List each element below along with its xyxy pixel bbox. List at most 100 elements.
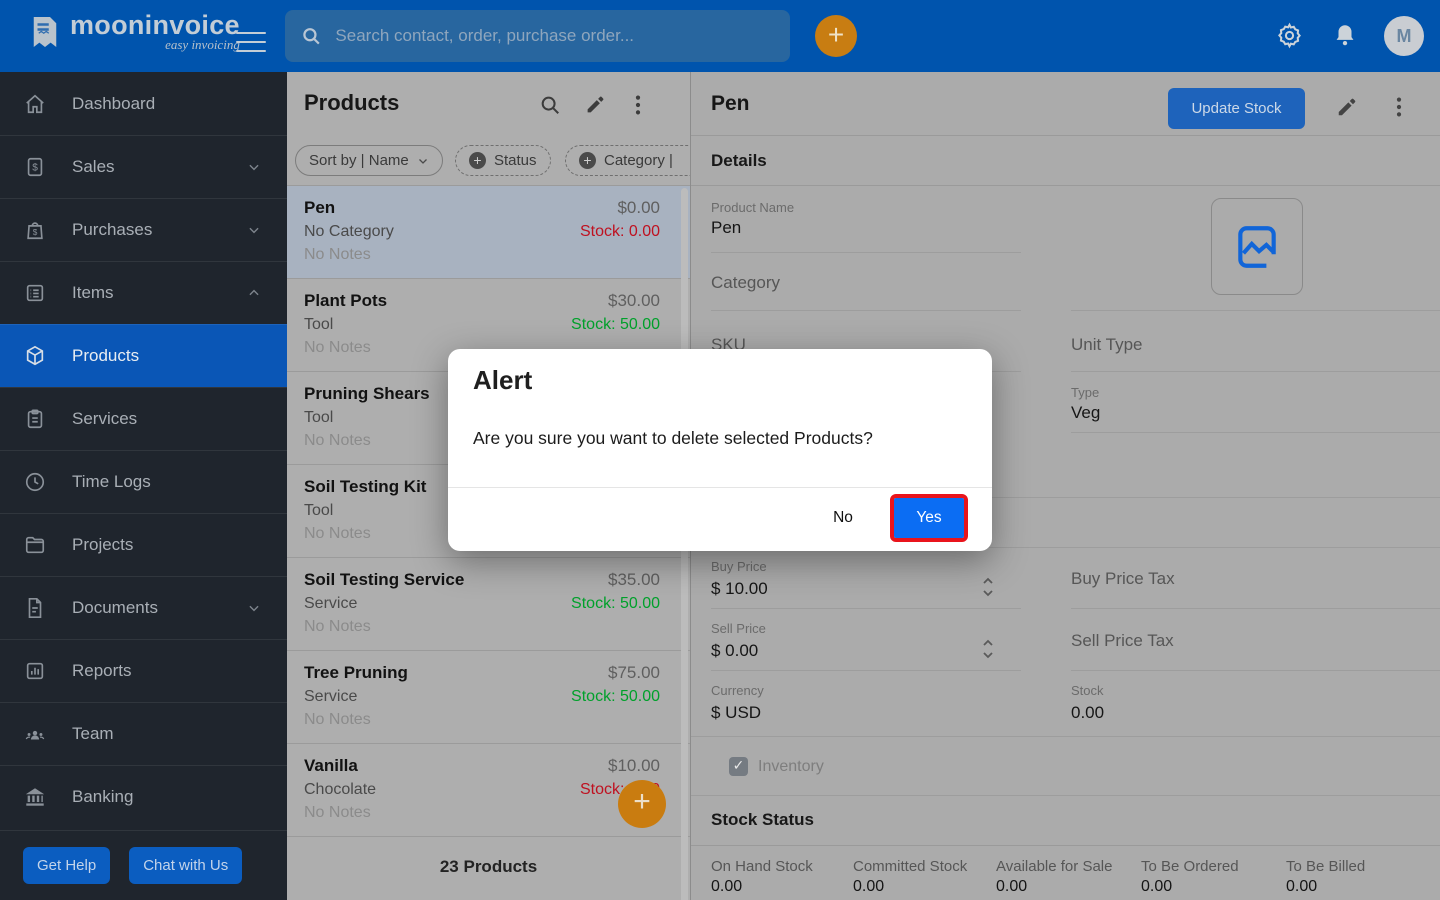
product-stock: Stock: 50.00 <box>571 316 660 333</box>
document-icon <box>24 597 46 619</box>
global-search[interactable] <box>285 10 790 62</box>
alert-divider <box>448 487 992 488</box>
sell-price-value[interactable]: $ 0.00 <box>711 641 758 661</box>
sidebar-item-sales[interactable]: $ Sales <box>0 135 287 198</box>
sell-price-label: Sell Price <box>711 621 766 636</box>
buy-price-label: Buy Price <box>711 559 767 574</box>
sidebar-item-services[interactable]: Services <box>0 387 287 450</box>
plus-circle-icon: + <box>579 152 596 169</box>
add-product-fab[interactable]: + <box>618 780 666 828</box>
sidebar-item-label: Projects <box>72 535 134 554</box>
sidebar-item-label: Services <box>72 409 138 428</box>
sidebar-item-banking[interactable]: Banking <box>0 765 287 828</box>
chevron-up-icon <box>247 286 261 300</box>
sidebar-item-purchases[interactable]: $ Purchases <box>0 198 287 261</box>
sidebar-item-dashboard[interactable]: Dashboard <box>0 72 287 135</box>
to-be-ordered-value: 0.00 <box>1141 878 1173 895</box>
sidebar-item-label: Documents <box>72 598 158 617</box>
sidebar-item-documents[interactable]: Documents <box>0 576 287 639</box>
on-hand-stock-label: On Hand Stock <box>711 858 813 875</box>
user-avatar[interactable]: M <box>1384 16 1424 56</box>
product-stock: Stock: 0.00 <box>579 223 660 240</box>
folder-icon <box>24 534 46 556</box>
detail-title: Pen <box>711 92 750 115</box>
product-row-tree-pruning[interactable]: Tree Pruning $75.00 Service Stock: 50.00 N… <box>287 651 690 744</box>
bar-chart-icon <box>24 660 46 682</box>
status-filter-chip[interactable]: + Status <box>455 145 551 176</box>
to-be-billed-label: To Be Billed <box>1286 858 1366 875</box>
sidebar-item-time-logs[interactable]: Time Logs <box>0 450 287 513</box>
product-row-pen[interactable]: Pen $0.00 No Category Stock: 0.00 No Notes <box>287 186 690 279</box>
product-count: 23 Products <box>439 857 538 876</box>
inventory-checkbox[interactable]: ✓ <box>729 757 748 776</box>
settings-gear-icon[interactable] <box>1276 22 1303 49</box>
details-section-title: Details <box>711 151 767 170</box>
product-name: Pen <box>304 198 336 217</box>
sidebar-item-projects[interactable]: Projects <box>0 513 287 576</box>
product-name-value: Pen <box>711 218 742 237</box>
product-name: Plant Pots <box>304 291 388 310</box>
hamburger-menu-icon[interactable] <box>236 25 266 59</box>
product-price: $35.00 <box>608 570 660 589</box>
currency-value[interactable]: $ USD <box>711 703 761 723</box>
sort-by-chip[interactable]: Sort by | Name <box>295 145 443 176</box>
list-edit-pencil-icon[interactable] <box>585 94 606 115</box>
alert-yes-button[interactable]: Yes <box>890 494 968 542</box>
buy-price-tax-field[interactable]: Buy Price Tax <box>1071 569 1175 589</box>
sidebar-nav: Dashboard $ Sales $ Purchases Items Prod… <box>0 72 287 900</box>
category-field[interactable]: Category <box>711 273 780 293</box>
product-row-soil-testing-service[interactable]: Soil Testing Service $35.00 Service Stock:… <box>287 558 690 651</box>
committed-stock-value: 0.00 <box>853 878 885 895</box>
top-bar: mooninvoice easy invoicing + M <box>0 0 1440 72</box>
sidebar-item-label: Banking <box>72 787 134 806</box>
product-notes: No Notes <box>304 804 371 821</box>
chat-with-us-button[interactable]: Chat with Us <box>129 847 243 884</box>
list-more-kebab-icon[interactable] <box>635 94 641 116</box>
app-logo[interactable]: mooninvoice easy invoicing <box>30 12 240 52</box>
type-label: Type <box>1071 385 1100 400</box>
unit-type-field[interactable]: Unit Type <box>1071 335 1143 355</box>
sidebar-item-items[interactable]: Items <box>0 261 287 324</box>
filter-row: Sort by | Name + Status + Category | <box>287 135 690 186</box>
list-search-icon[interactable] <box>539 94 561 116</box>
team-people-icon <box>24 723 46 745</box>
product-name: Tree Pruning <box>304 663 408 682</box>
details-section-bar: Details <box>691 135 1440 186</box>
product-image-placeholder[interactable] <box>1211 198 1303 295</box>
detail-edit-pencil-icon[interactable] <box>1336 96 1358 118</box>
chevron-down-icon <box>247 160 261 174</box>
svg-text:$: $ <box>32 163 38 174</box>
sell-price-stepper[interactable] <box>981 637 995 661</box>
sidebar-item-label: Reports <box>72 661 132 680</box>
sidebar-item-label: Purchases <box>72 220 153 239</box>
category-filter-chip[interactable]: + Category | <box>565 145 690 176</box>
quick-add-button[interactable]: + <box>815 15 857 57</box>
stock-value: 0.00 <box>1071 703 1105 722</box>
svg-text:$: $ <box>33 228 38 237</box>
sort-by-label: Sort by | Name <box>309 152 409 169</box>
product-name: Pruning Shears <box>304 384 430 403</box>
committed-stock-label: Committed Stock <box>853 858 968 875</box>
sidebar-item-team[interactable]: Team <box>0 702 287 765</box>
logo-subtitle: easy invoicing <box>165 37 240 52</box>
alert-message: Are you sure you want to delete selected… <box>473 428 873 448</box>
plus-circle-icon: + <box>469 152 486 169</box>
sidebar-item-reports[interactable]: Reports <box>0 639 287 702</box>
search-input[interactable] <box>335 26 774 46</box>
sidebar-item-products[interactable]: Products <box>0 324 287 387</box>
update-stock-button[interactable]: Update Stock <box>1168 88 1305 129</box>
product-name: Soil Testing Service <box>304 570 465 589</box>
list-header: Products <box>287 72 690 135</box>
sales-invoice-icon: $ <box>24 156 46 178</box>
alert-no-button[interactable]: No <box>818 498 868 538</box>
purchases-bag-icon: $ <box>24 219 46 241</box>
buy-price-value[interactable]: $ 10.00 <box>711 579 768 599</box>
services-clipboard-icon <box>24 408 46 430</box>
product-price: $75.00 <box>608 663 660 682</box>
sell-price-tax-field[interactable]: Sell Price Tax <box>1071 631 1174 651</box>
buy-price-stepper[interactable] <box>981 575 995 599</box>
search-icon <box>303 28 320 45</box>
notifications-bell-icon[interactable] <box>1332 22 1358 48</box>
get-help-button[interactable]: Get Help <box>23 847 111 884</box>
detail-more-kebab-icon[interactable] <box>1396 96 1402 118</box>
